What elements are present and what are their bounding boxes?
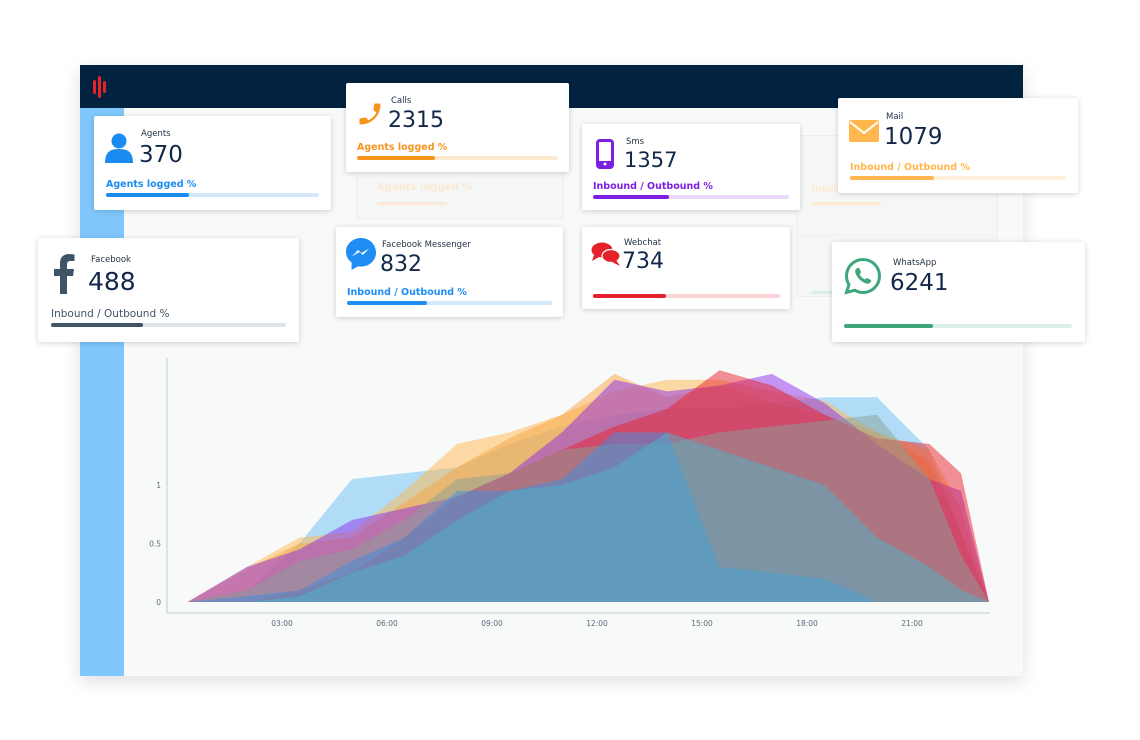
ghost-card-calls: Agents logged % [356, 171, 564, 219]
card-title: WhatsApp [893, 258, 937, 268]
messenger-icon [346, 238, 376, 270]
card-title: Calls [391, 96, 412, 106]
progress-bar [347, 301, 552, 305]
card-calls[interactable]: Calls 2315 Agents logged % [346, 83, 569, 172]
card-facebook[interactable]: Facebook 488 Inbound / Outbound % [38, 238, 299, 342]
progress-bar [51, 323, 286, 327]
card-subtitle: Inbound / Outbound % [593, 181, 713, 192]
card-sms[interactable]: Sms 1357 Inbound / Outbound % [582, 124, 800, 210]
card-subtitle: Agents logged % [106, 179, 197, 190]
card-title: Sms [626, 137, 645, 147]
card-title: Mail [886, 112, 904, 122]
envelope-icon [849, 120, 879, 142]
card-subtitle: Inbound / Outbound % [51, 308, 170, 320]
progress-fill [593, 294, 666, 298]
card-subtitle: Inbound / Outbound % [347, 287, 467, 298]
mobile-phone-icon [596, 139, 614, 169]
progress-fill [844, 324, 933, 328]
card-title: Facebook Messenger [382, 240, 471, 250]
card-title: Agents [141, 129, 171, 139]
card-value: 2315 [388, 108, 444, 133]
card-value: 734 [622, 249, 664, 274]
card-value: 1357 [624, 148, 678, 172]
user-icon [105, 133, 133, 163]
progress-fill [357, 156, 436, 160]
card-title: Webchat [624, 238, 662, 248]
card-webchat[interactable]: Webchat 734 [582, 227, 790, 309]
card-value: 6241 [890, 270, 949, 296]
progress-bar [593, 294, 780, 298]
ghost-card-bar [811, 202, 881, 205]
progress-fill [850, 176, 935, 180]
card-value: 1079 [884, 124, 943, 150]
card-title: Facebook [91, 255, 131, 265]
card-facebook-messenger[interactable]: Facebook Messenger 832 Inbound / Outboun… [336, 227, 563, 317]
ghost-card-label: Agents logged % [377, 182, 473, 193]
card-subtitle: Inbound / Outbound % [850, 162, 970, 173]
card-value: 488 [88, 267, 136, 296]
progress-fill [51, 323, 143, 327]
progress-fill [593, 195, 670, 199]
chat-bubbles-icon [591, 242, 621, 266]
card-value: 832 [380, 252, 422, 277]
audio-bars-logo[interactable] [93, 76, 113, 98]
card-subtitle: Agents logged % [357, 142, 448, 153]
phone-icon [359, 103, 381, 125]
progress-fill [106, 193, 190, 197]
progress-bar [850, 176, 1066, 180]
ghost-card-bar [377, 202, 447, 205]
card-agents[interactable]: Agents 370 Agents logged % [94, 116, 331, 210]
progress-bar [844, 324, 1072, 328]
card-value: 370 [139, 142, 183, 168]
facebook-icon [54, 254, 75, 294]
card-mail[interactable]: Mail 1079 Inbound / Outbound % [838, 98, 1078, 193]
progress-bar [106, 193, 319, 197]
card-whatsapp[interactable]: WhatsApp 6241 [832, 242, 1085, 342]
whatsapp-icon [844, 257, 882, 295]
progress-bar [593, 195, 789, 199]
progress-bar [357, 156, 558, 160]
progress-fill [347, 301, 427, 305]
